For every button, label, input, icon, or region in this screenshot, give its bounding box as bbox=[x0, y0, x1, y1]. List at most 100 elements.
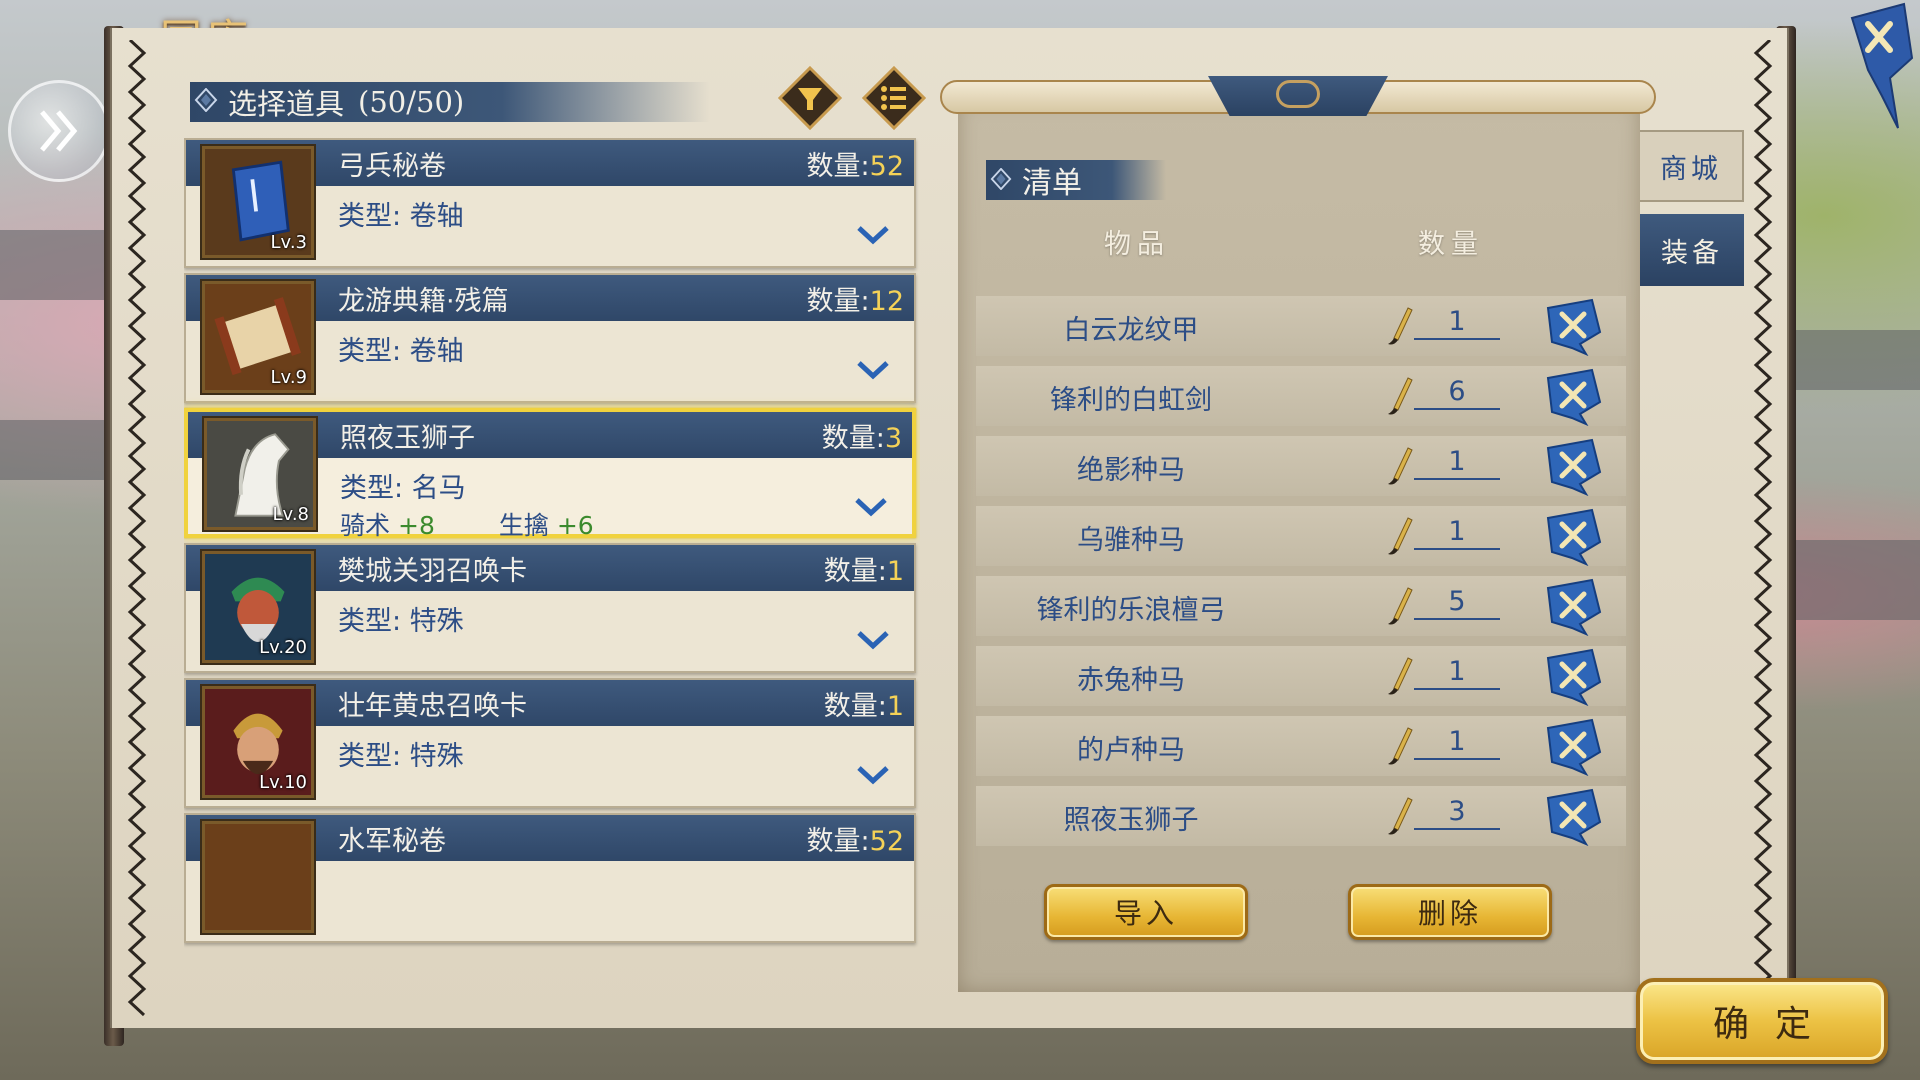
remove-flag-button[interactable] bbox=[1542, 438, 1604, 496]
brush-icon bbox=[1388, 447, 1413, 485]
white-horse-icon: Lv.8 bbox=[204, 418, 316, 530]
item-type: 类型: 名马 bbox=[340, 473, 466, 504]
brush-icon bbox=[1388, 587, 1413, 625]
item-name: 弓兵秘卷 bbox=[338, 151, 446, 182]
checklist-item-name: 锋利的乐浪檀弓 bbox=[1036, 595, 1226, 626]
checklist-item-name: 的卢种马 bbox=[1077, 735, 1185, 766]
item-type: 类型: 特殊 bbox=[338, 741, 464, 772]
checklist-item-name: 照夜玉狮子 bbox=[1063, 805, 1199, 836]
brush-icon bbox=[1388, 657, 1413, 695]
item-name: 樊城关羽召唤卡 bbox=[338, 556, 527, 587]
expand-arrow-button[interactable] bbox=[8, 80, 110, 182]
border-ornament-right bbox=[1753, 40, 1773, 1017]
border-ornament-left bbox=[127, 40, 147, 1017]
tab-shop[interactable]: 商城 bbox=[1640, 130, 1744, 202]
cloud-knob-icon bbox=[1276, 80, 1320, 108]
diamond-icon bbox=[990, 168, 1012, 190]
item-list[interactable]: Lv.3 弓兵秘卷 数量:52 类型: 卷轴 Lv.9 龙游典籍·残篇 数量:1… bbox=[184, 138, 920, 992]
list-view-button[interactable] bbox=[862, 66, 926, 130]
checklist-item-name: 锋利的白虹剑 bbox=[1050, 385, 1212, 416]
checklist-row: 锋利的乐浪檀弓 5 bbox=[976, 576, 1626, 636]
checklist-item-name: 白云龙纹甲 bbox=[1063, 315, 1199, 346]
list-item[interactable]: Lv.20 樊城关羽召唤卡 数量:1 类型: 特殊 bbox=[184, 543, 916, 673]
huang-zhong-portrait-icon: Lv.10 bbox=[202, 686, 314, 798]
brush-icon bbox=[1388, 727, 1413, 765]
double-chevron-right-icon bbox=[40, 110, 78, 152]
scroll-icon bbox=[202, 821, 314, 933]
brush-icon bbox=[1388, 797, 1413, 835]
remove-flag-button[interactable] bbox=[1542, 508, 1604, 566]
import-button[interactable]: 导入 bbox=[1044, 884, 1248, 940]
remove-flag-button[interactable] bbox=[1542, 368, 1604, 426]
remove-flag-button[interactable] bbox=[1542, 718, 1604, 776]
remove-flag-button[interactable] bbox=[1542, 648, 1604, 706]
close-banner-icon[interactable] bbox=[1846, 0, 1916, 132]
brush-icon bbox=[1388, 377, 1413, 415]
tab-equip[interactable]: 装备 bbox=[1640, 214, 1744, 286]
remove-flag-button[interactable] bbox=[1542, 578, 1604, 636]
chevron-down-icon[interactable] bbox=[856, 764, 890, 786]
checklist-item-name: 绝影种马 bbox=[1077, 455, 1185, 486]
scroll-cap bbox=[1208, 76, 1388, 116]
chevron-down-icon[interactable] bbox=[854, 496, 888, 518]
checklist-item-name: 乌骓种马 bbox=[1077, 525, 1185, 556]
checklist-row: 白云龙纹甲 1 bbox=[976, 296, 1626, 356]
scroll-icon: Lv.9 bbox=[202, 281, 314, 393]
confirm-button[interactable]: 确定 bbox=[1636, 978, 1888, 1064]
item-quantity: 数量:52 bbox=[806, 826, 904, 857]
checklist-quantity-input[interactable]: 3 bbox=[1414, 796, 1500, 830]
filter-button[interactable] bbox=[778, 66, 842, 130]
checklist-title-label: 清单 bbox=[1022, 166, 1082, 201]
stat-capture-value: +6 bbox=[556, 511, 594, 540]
select-items-count: (50/50) bbox=[358, 85, 465, 119]
item-type: 类型: 卷轴 bbox=[338, 336, 464, 367]
delete-button[interactable]: 删除 bbox=[1348, 884, 1552, 940]
select-items-header: 选择道具 (50/50) bbox=[190, 82, 710, 122]
checklist-quantity-input[interactable]: 5 bbox=[1414, 586, 1500, 620]
checklist-row: 照夜玉狮子 3 bbox=[976, 786, 1626, 846]
column-header-quantity: 数量 bbox=[1418, 229, 1484, 260]
chevron-down-icon[interactable] bbox=[856, 359, 890, 381]
list-item[interactable]: Lv.9 龙游典籍·残篇 数量:12 类型: 卷轴 bbox=[184, 273, 916, 403]
remove-flag-button[interactable] bbox=[1542, 298, 1604, 356]
checklist-quantity-input[interactable]: 1 bbox=[1414, 516, 1500, 550]
list-item[interactable]: Lv.3 弓兵秘卷 数量:52 类型: 卷轴 bbox=[184, 138, 916, 268]
checklist-quantity-input[interactable]: 6 bbox=[1414, 376, 1500, 410]
item-name: 照夜玉狮子 bbox=[340, 423, 475, 454]
checklist-item-name: 赤兔种马 bbox=[1077, 665, 1185, 696]
checklist-quantity-input[interactable]: 1 bbox=[1414, 306, 1500, 340]
stat-riding-value: +8 bbox=[398, 511, 435, 540]
list-icon bbox=[881, 86, 906, 110]
list-item[interactable]: 水军秘卷 数量:52 bbox=[184, 813, 916, 943]
checklist-row: 赤兔种马 1 bbox=[976, 646, 1626, 706]
item-quantity: 数量:52 bbox=[806, 151, 904, 182]
column-header-item: 物品 bbox=[1104, 229, 1170, 260]
item-type: 类型: 卷轴 bbox=[338, 201, 464, 232]
stat-capture-label: 生擒 bbox=[498, 511, 549, 540]
diamond-icon bbox=[194, 88, 218, 112]
list-item-selected[interactable]: Lv.8 照夜玉狮子 数量:3 类型: 名马 骑术 +8 生擒 +6 bbox=[184, 408, 916, 540]
checklist-row: 乌骓种马 1 bbox=[976, 506, 1626, 566]
item-name: 水军秘卷 bbox=[338, 826, 446, 857]
checklist-title: 清单 bbox=[986, 160, 1166, 201]
brush-icon bbox=[1388, 517, 1413, 555]
brush-icon bbox=[1388, 307, 1413, 345]
checklist-quantity-input[interactable]: 1 bbox=[1414, 446, 1500, 480]
stat-riding-label: 骑术 bbox=[340, 511, 391, 540]
checklist-quantity-input[interactable]: 1 bbox=[1414, 656, 1500, 690]
item-stats: 骑术 +8 生擒 +6 bbox=[340, 506, 594, 542]
remove-flag-button[interactable] bbox=[1542, 788, 1604, 846]
item-quantity: 数量:1 bbox=[823, 691, 904, 722]
checklist-row: 锋利的白虹剑 6 bbox=[976, 366, 1626, 426]
chevron-down-icon[interactable] bbox=[856, 224, 890, 246]
item-name: 壮年黄忠召唤卡 bbox=[338, 691, 527, 722]
checklist-quantity-input[interactable]: 1 bbox=[1414, 726, 1500, 760]
list-item[interactable]: Lv.10 壮年黄忠召唤卡 数量:1 类型: 特殊 bbox=[184, 678, 916, 808]
blue-book-icon: Lv.3 bbox=[202, 146, 314, 258]
checklist-row: 绝影种马 1 bbox=[976, 436, 1626, 496]
guan-yu-portrait-icon: Lv.20 bbox=[202, 551, 314, 663]
checklist-row: 的卢种马 1 bbox=[976, 716, 1626, 776]
chevron-down-icon[interactable] bbox=[856, 629, 890, 651]
select-items-label: 选择道具 bbox=[228, 87, 345, 121]
item-quantity: 数量:3 bbox=[821, 423, 902, 454]
